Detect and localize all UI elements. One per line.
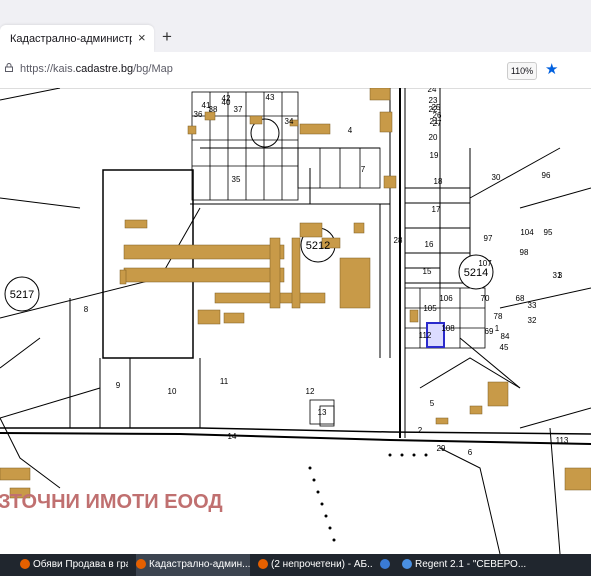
- parcel-number: 30: [492, 173, 501, 182]
- parcel-number: 8: [84, 305, 89, 314]
- url-host: cadastre.bg: [75, 63, 134, 75]
- parcel-number: 108: [441, 324, 455, 333]
- navigation-bar: https://kais.cadastre.bg/bg/Map 110% ★: [0, 52, 591, 89]
- parcel-number: 104: [520, 228, 534, 237]
- lock-icon: [5, 63, 13, 72]
- parcel-number: 96: [542, 171, 551, 180]
- tab-title: Кадастрално-административна: [10, 33, 132, 45]
- parcel-number: 41: [202, 101, 211, 110]
- parcel-number: 78: [494, 312, 503, 321]
- parcel-number: 27: [433, 119, 442, 128]
- parcel-number: 20: [429, 133, 438, 142]
- parcel-number: 14: [228, 432, 237, 441]
- parcel-number: 28: [394, 236, 403, 245]
- parcel-number: 68: [516, 294, 525, 303]
- address-bar[interactable]: https://kais.cadastre.bg/bg/Map: [20, 63, 173, 75]
- regent-icon: [402, 559, 412, 570]
- parcel-number: 12: [306, 387, 315, 396]
- parcel-number: 112: [419, 331, 432, 340]
- tab-kais[interactable]: Кадастрално-административна ×: [0, 25, 154, 52]
- parcel-number: 2: [418, 426, 423, 435]
- parcel-number: 13: [318, 408, 327, 417]
- parcel-number: 19: [430, 151, 439, 160]
- new-tab-button[interactable]: +: [162, 27, 172, 47]
- parcel-number: 5: [430, 399, 435, 408]
- parcel-number: 45: [500, 343, 509, 352]
- parcel-number: 107: [478, 259, 492, 268]
- district-label: 5212: [306, 240, 330, 252]
- bookmark-star-icon[interactable]: ★: [545, 60, 558, 78]
- parcel-number: 4: [348, 126, 353, 135]
- taskbar-label: Обяви Продава в гра...: [33, 559, 128, 570]
- district-label: 5214: [464, 267, 488, 279]
- parcel-number: 106: [439, 294, 453, 303]
- parcel-number: 70: [481, 294, 490, 303]
- parcel-number: 11: [220, 377, 229, 386]
- firefox-icon: [20, 559, 30, 570]
- taskbar-item-firefox-3[interactable]: (2 непрочетени) - АБ...: [258, 554, 372, 576]
- parcel-number: 97: [484, 234, 493, 243]
- firefox-icon: [136, 559, 146, 570]
- zoom-level-button[interactable]: 110%: [507, 62, 537, 80]
- parcel-number: 31: [553, 271, 562, 280]
- parcel-number: 33: [528, 301, 537, 310]
- parcel-number: 18: [434, 177, 443, 186]
- parcel-number: 32: [528, 316, 537, 325]
- cadastral-map[interactable]: ЗТОЧНИ ИМОТИ ЕООД 5217 5212 5214 1234567…: [0, 88, 591, 554]
- parcel-number: 105: [423, 304, 437, 313]
- parcel-number: 98: [520, 248, 529, 257]
- parcel-number: 43: [266, 93, 275, 102]
- url-prefix: https://kais.: [20, 63, 76, 75]
- taskbar-item-app[interactable]: [380, 554, 394, 576]
- firefox-icon: [258, 559, 268, 570]
- parcel-number: 17: [432, 205, 441, 214]
- taskbar-label: Regent 2.1 - "СЕВЕРО...: [415, 559, 527, 570]
- parcel-number: 42: [222, 94, 231, 103]
- parcel-number: 10: [168, 387, 177, 396]
- district-label: 5217: [10, 289, 34, 301]
- parcel-number: 35: [232, 175, 241, 184]
- windows-taskbar: Обяви Продава в гра... Кадастрално-админ…: [0, 554, 591, 576]
- parcel-number: 9: [116, 381, 121, 390]
- taskbar-item-firefox-1[interactable]: Обяви Продава в гра...: [20, 554, 128, 576]
- parcel-number: 95: [544, 228, 553, 237]
- parcel-number: 36: [194, 110, 203, 119]
- parcel-number: 24: [428, 88, 437, 94]
- taskbar-label: Кадастрално-админ...: [149, 559, 250, 570]
- close-tab-icon[interactable]: ×: [138, 30, 146, 45]
- parcel-number: 37: [234, 105, 243, 114]
- parcel-number: 113: [556, 436, 569, 445]
- parcel-number: 7: [361, 165, 366, 174]
- app-icon: [380, 559, 390, 570]
- url-path: /bg/Map: [133, 63, 173, 75]
- parcel-number: 29: [437, 444, 446, 453]
- taskbar-item-firefox-2[interactable]: Кадастрално-админ...: [136, 554, 250, 576]
- browser-tab-strip: Кадастрално-административна × +: [0, 0, 591, 52]
- owner-watermark: ЗТОЧНИ ИМОТИ ЕООД: [0, 491, 223, 513]
- taskbar-label: (2 непрочетени) - АБ...: [271, 559, 372, 570]
- taskbar-item-regent[interactable]: Regent 2.1 - "СЕВЕРО...: [402, 554, 591, 576]
- parcel-number: 69: [485, 327, 494, 336]
- parcel-number: 84: [501, 332, 510, 341]
- parcel-number: 34: [285, 117, 294, 126]
- parcel-number: 6: [468, 448, 473, 457]
- parcel-number: 1: [495, 324, 500, 333]
- parcel-number: 16: [425, 240, 434, 249]
- parcel-number: 15: [423, 267, 432, 276]
